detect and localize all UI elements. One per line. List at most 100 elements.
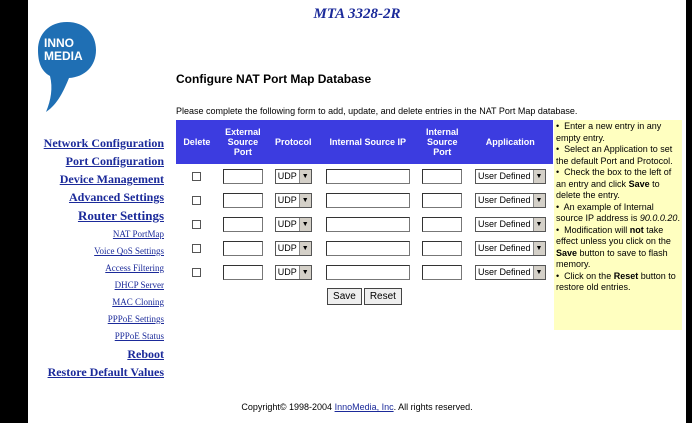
innomedia-link[interactable]: InnoMedia, Inc [335, 402, 394, 412]
header-external-source-port: External Source Port [217, 120, 269, 164]
page-title: MTA 3328-2R [313, 6, 401, 22]
header-protocol: Protocol [268, 120, 319, 164]
delete-checkbox[interactable] [192, 220, 202, 230]
instructions-text: Please complete the following form to ad… [176, 106, 578, 116]
innomedia-logo: INNO MEDIA ™ [36, 20, 98, 116]
application-select[interactable]: User Defined ▼ [474, 264, 546, 280]
help-text: Enter a new entry in any empty entry. [556, 121, 662, 143]
protocol-value: UDP [277, 243, 297, 253]
bullet: • [556, 144, 560, 154]
application-select[interactable]: User Defined ▼ [474, 216, 546, 232]
help-text: Select an Application to set the default… [556, 144, 673, 166]
help-panel: • Enter a new entry in any empty entry. … [554, 120, 682, 330]
nav-access-filtering[interactable]: Access Filtering [28, 260, 164, 277]
protocol-select[interactable]: UDP ▼ [274, 192, 312, 208]
internal-ip-input[interactable] [325, 168, 410, 184]
copyright-footer: Copyright© 1998-2004 InnoMedia, Inc. All… [28, 402, 686, 412]
table-row: UDP ▼ User Defined ▼ [176, 212, 553, 236]
internal-port-input[interactable] [422, 168, 463, 184]
page: MTA 3328-2R INNO MEDIA ™ Network Configu… [28, 0, 686, 423]
help-item: • Click on the Reset button to restore o… [556, 271, 680, 294]
copyright-suffix: . All rights reserved. [393, 402, 473, 412]
protocol-value: UDP [277, 171, 297, 181]
internal-port-input[interactable] [422, 216, 463, 232]
delete-checkbox[interactable] [192, 172, 202, 182]
application-select[interactable]: User Defined ▼ [474, 168, 546, 184]
bullet: • [556, 121, 560, 131]
protocol-select[interactable]: UDP ▼ [274, 216, 312, 232]
nav-mac-cloning[interactable]: MAC Cloning [28, 294, 164, 311]
protocol-value: UDP [277, 219, 297, 229]
nav-dhcp-server[interactable]: DHCP Server [28, 277, 164, 294]
nav-advanced-settings[interactable]: Advanced Settings [28, 188, 164, 206]
reset-button[interactable]: Reset [363, 287, 402, 305]
delete-checkbox[interactable] [192, 244, 202, 254]
protocol-select[interactable]: UDP ▼ [274, 240, 312, 256]
save-button[interactable]: Save [327, 287, 362, 305]
internal-ip-input[interactable] [325, 240, 410, 256]
internal-port-input[interactable] [422, 264, 463, 280]
external-port-input[interactable] [222, 168, 263, 184]
internal-ip-input[interactable] [325, 264, 410, 280]
header-application: Application [467, 120, 553, 164]
help-text: Click on the [564, 270, 612, 281]
external-port-input[interactable] [222, 264, 263, 280]
dropdown-arrow-icon: ▼ [532, 169, 545, 183]
help-item: • Select an Application to set the defau… [556, 144, 680, 167]
help-text: Modification will [564, 224, 628, 235]
dropdown-arrow-icon: ▼ [298, 265, 311, 279]
nav-nat-portmap[interactable]: NAT PortMap [28, 226, 164, 243]
application-select[interactable]: User Defined ▼ [474, 240, 546, 256]
application-value: User Defined [477, 195, 531, 205]
help-emphasis: Save [628, 178, 650, 189]
help-emphasis: not [629, 224, 644, 235]
dropdown-arrow-icon: ▼ [532, 217, 545, 231]
nav-device-management[interactable]: Device Management [28, 170, 164, 188]
nav-pppoe-settings[interactable]: PPPoE Settings [28, 311, 164, 328]
help-item: • Enter a new entry in any empty entry. [556, 121, 680, 144]
internal-port-input[interactable] [422, 240, 463, 256]
svg-text:INNO: INNO [44, 36, 74, 50]
nav-voice-qos-settings[interactable]: Voice QoS Settings [28, 243, 164, 260]
button-row: Save Reset [176, 284, 553, 308]
table-row: UDP ▼ User Defined ▼ [176, 236, 553, 260]
bullet: • [556, 270, 560, 281]
external-port-input[interactable] [222, 216, 263, 232]
dropdown-arrow-icon: ▼ [532, 193, 545, 207]
copyright-text: Copyright© 1998-2004 [241, 402, 333, 412]
dropdown-arrow-icon: ▼ [298, 169, 311, 183]
protocol-select[interactable]: UDP ▼ [274, 168, 312, 184]
section-heading: Configure NAT Port Map Database [176, 72, 372, 86]
application-select[interactable]: User Defined ▼ [474, 192, 546, 208]
nav-reboot[interactable]: Reboot [28, 345, 164, 363]
svg-text:MEDIA: MEDIA [44, 49, 83, 63]
external-port-input[interactable] [222, 240, 263, 256]
dropdown-arrow-icon: ▼ [298, 217, 311, 231]
protocol-value: UDP [277, 195, 297, 205]
internal-port-input[interactable] [422, 192, 463, 208]
nav-port-configuration[interactable]: Port Configuration [28, 152, 164, 170]
table-header-row: Delete External Source Port Protocol Int… [176, 120, 553, 164]
nav-router-settings[interactable]: Router Settings [28, 206, 164, 226]
help-item: • Check the box to the left of an entry … [556, 167, 680, 202]
dropdown-arrow-icon: ▼ [298, 193, 311, 207]
protocol-select[interactable]: UDP ▼ [274, 264, 312, 280]
header-internal-source-ip: Internal Source IP [318, 120, 418, 164]
header-delete: Delete [176, 120, 218, 164]
nav-pppoe-status[interactable]: PPPoE Status [28, 328, 164, 345]
application-value: User Defined [477, 171, 531, 181]
nav-restore-default-values[interactable]: Restore Default Values [28, 363, 164, 381]
protocol-value: UDP [277, 267, 297, 277]
svg-text:™: ™ [76, 35, 82, 42]
internal-ip-input[interactable] [325, 216, 410, 232]
delete-checkbox[interactable] [192, 196, 202, 206]
nat-portmap-table: Delete External Source Port Protocol Int… [176, 120, 553, 308]
internal-ip-input[interactable] [325, 192, 410, 208]
header-internal-source-port: Internal Source Port [417, 120, 468, 164]
nav-network-configuration[interactable]: Network Configuration [28, 134, 164, 152]
help-emphasis: Reset [613, 270, 639, 281]
delete-checkbox[interactable] [192, 268, 202, 278]
bullet: • [556, 167, 560, 177]
external-port-input[interactable] [222, 192, 263, 208]
help-item: • Modification will not take effect unle… [556, 225, 680, 271]
